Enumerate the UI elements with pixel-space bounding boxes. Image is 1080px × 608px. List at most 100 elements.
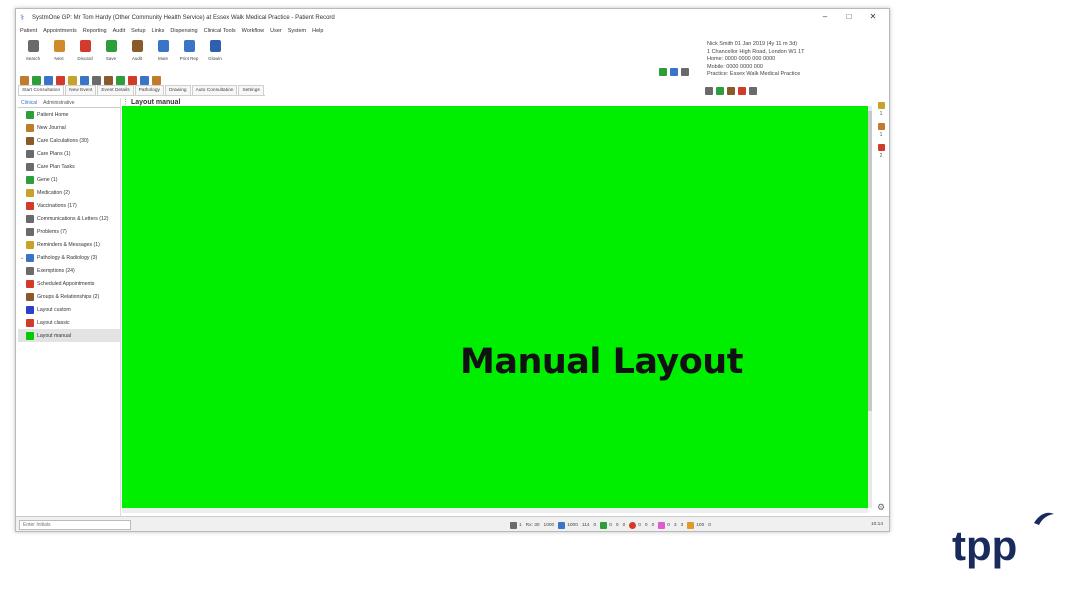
menu-item-audit[interactable]: Audit [113, 26, 126, 37]
refresh-icon[interactable] [727, 87, 735, 95]
tree-node-icon [26, 266, 34, 275]
quick-tool-icon[interactable] [20, 75, 29, 85]
gear-icon[interactable]: ⚙ [877, 502, 885, 513]
tree-node-icon [26, 201, 34, 210]
sidebar-item-groups-relationships-2[interactable]: Groups & Relationships (2) [18, 290, 120, 303]
sidebar-item-layout-classic[interactable]: Layout classic [18, 316, 120, 329]
banner-tool-icon[interactable] [670, 68, 678, 76]
tab-pathology[interactable]: Pathology [134, 85, 164, 95]
alert-icon[interactable] [877, 123, 885, 130]
maximize-button[interactable]: □ [837, 11, 861, 23]
tab-clinical[interactable]: Clinical [18, 98, 40, 107]
menu-item-patient[interactable]: Patient [20, 26, 37, 37]
menu-item-links[interactable]: Links [152, 26, 165, 37]
sidebar-item-gene-1[interactable]: Gene (1) [18, 173, 120, 186]
quick-tool-icon[interactable] [56, 75, 65, 85]
menu-item-appointments[interactable]: Appointments [43, 26, 77, 37]
quick-tool-icon[interactable] [140, 75, 149, 85]
status-value: 0 [651, 522, 655, 528]
quick-tool-icon[interactable] [128, 75, 137, 85]
tree-node-icon [26, 149, 34, 158]
sidebar-item-label: Layout manual [37, 332, 72, 339]
sidebar-item-communications-letters-12[interactable]: Communications & Letters (12) [18, 212, 120, 225]
sidebar-item-care-plans-1[interactable]: Care Plans (1) [18, 147, 120, 160]
menu-item-help[interactable]: Help [312, 26, 323, 37]
filter-icon[interactable] [705, 87, 713, 95]
toolbar-mute-button[interactable]: Mute [150, 38, 176, 73]
tab-event-details[interactable]: Event Details [97, 85, 134, 95]
sidebar-item-label: Pathology & Radiology (3) [37, 254, 98, 261]
quick-tool-icon[interactable] [152, 75, 161, 85]
sidebar-item-pathology-radiology-3[interactable]: ⌄ Pathology & Radiology (3) [18, 251, 120, 264]
toolbar-glowin-button[interactable]: Glowin [202, 38, 228, 73]
banner-tool-icon[interactable] [681, 68, 689, 76]
minimize-button[interactable]: – [813, 11, 837, 23]
menu-item-setup[interactable]: Setup [131, 26, 145, 37]
sidebar-item-scheduled-appointments[interactable]: Scheduled Appointments [18, 277, 120, 290]
sidebar-item-label: Gene (1) [37, 176, 58, 183]
sidebar-item-medication-2[interactable]: Medication (2) [18, 186, 120, 199]
clinical-tree: Patient Home New Journal Care Calculations… [18, 108, 120, 342]
menu-item-dispensing[interactable]: Dispensing [170, 26, 197, 37]
status-indicator-icon[interactable] [600, 521, 608, 529]
sidebar-item-vaccinations-17[interactable]: Vaccinations (17) [18, 199, 120, 212]
initials-search-input[interactable] [19, 520, 131, 530]
tab-start-consultation[interactable]: Start Consultation [18, 85, 65, 95]
toolbar-next-button[interactable]: Next [46, 38, 72, 73]
status-value: 0 [609, 522, 612, 528]
magnifier-icon [26, 38, 40, 54]
edit-icon[interactable] [749, 87, 757, 95]
sidebar-item-care-calculations-30[interactable]: Care Calculations (30) [18, 134, 120, 147]
status-indicator-icon[interactable] [658, 521, 666, 529]
tab-drawing[interactable]: Drawing [164, 85, 191, 95]
alert-icon[interactable] [877, 102, 885, 109]
quick-tool-icon[interactable] [44, 75, 53, 85]
sidebar-item-exemptions-24[interactable]: Exemptions (24) [18, 264, 120, 277]
alert-icon[interactable] [877, 144, 885, 151]
quick-tool-icon[interactable] [68, 75, 77, 85]
sidebar-item-new-journal[interactable]: New Journal [18, 121, 120, 134]
delete-icon[interactable] [738, 87, 746, 95]
menu-item-clinical-tools[interactable]: Clinical Tools [204, 26, 236, 37]
audit-icon [130, 38, 144, 54]
toolbar-audit-button[interactable]: Audit [124, 38, 150, 73]
sidebar-item-care-plan-tasks[interactable]: Care Plan Tasks [18, 160, 120, 173]
sidebar-item-reminders-messages-1[interactable]: Reminders & Messages (1) [18, 238, 120, 251]
quick-tool-icon[interactable] [104, 75, 113, 85]
quick-tool-icon[interactable] [80, 75, 89, 85]
tab-new-event[interactable]: New Event [65, 85, 97, 95]
tab-administrative[interactable]: Administrative [40, 98, 77, 107]
status-indicator-icon[interactable] [629, 521, 637, 529]
status-indicator-icon[interactable] [558, 521, 566, 529]
toolbar-print-rep-button[interactable]: Print Rep [176, 38, 202, 73]
sidebar-item-layout-custom[interactable]: Layout custom [18, 303, 120, 316]
tab-auto-consultation[interactable]: Auto Consultation [191, 85, 238, 95]
quick-tool-icon[interactable] [92, 75, 101, 85]
status-indicator-icon[interactable] [687, 521, 695, 529]
menu-item-reporting[interactable]: Reporting [83, 26, 107, 37]
status-indicator-icon[interactable] [510, 521, 517, 529]
toolbar-label: Search [25, 56, 41, 61]
toolbar-discard-button[interactable]: Discard [72, 38, 98, 73]
funnel-icon[interactable] [716, 87, 724, 95]
sidebar-item-label: Care Plans (1) [37, 150, 71, 157]
menu-item-workflow[interactable]: Workflow [242, 26, 265, 37]
menu-item-system[interactable]: System [288, 26, 306, 37]
scrollbar-thumb[interactable] [868, 111, 872, 411]
tab-settings[interactable]: Settings [238, 85, 264, 95]
title-bar: ⚕ SystmOne GP: Mr Tom Hardy (Other Commu… [16, 9, 889, 26]
quick-tool-icon[interactable] [32, 75, 41, 85]
menu-item-user[interactable]: User [270, 26, 282, 37]
sidebar-item-patient-home[interactable]: Patient Home [18, 108, 120, 121]
toolbar-save-button[interactable]: Save [98, 38, 124, 73]
toolbar-search-button[interactable]: Search [20, 38, 46, 73]
sidebar-item-problems-7[interactable]: Problems (7) [18, 225, 120, 238]
toolbar-label: Discard [77, 56, 93, 61]
sidebar-item-layout-manual[interactable]: Layout manual [18, 329, 120, 342]
toolbar-label: Next [54, 56, 64, 61]
banner-tool-icon[interactable] [659, 68, 667, 76]
quick-tool-icon[interactable] [116, 75, 125, 85]
horizontal-scrollbar[interactable] [122, 508, 868, 513]
close-button[interactable]: ✕ [861, 11, 885, 23]
vertical-scrollbar[interactable] [868, 106, 872, 508]
